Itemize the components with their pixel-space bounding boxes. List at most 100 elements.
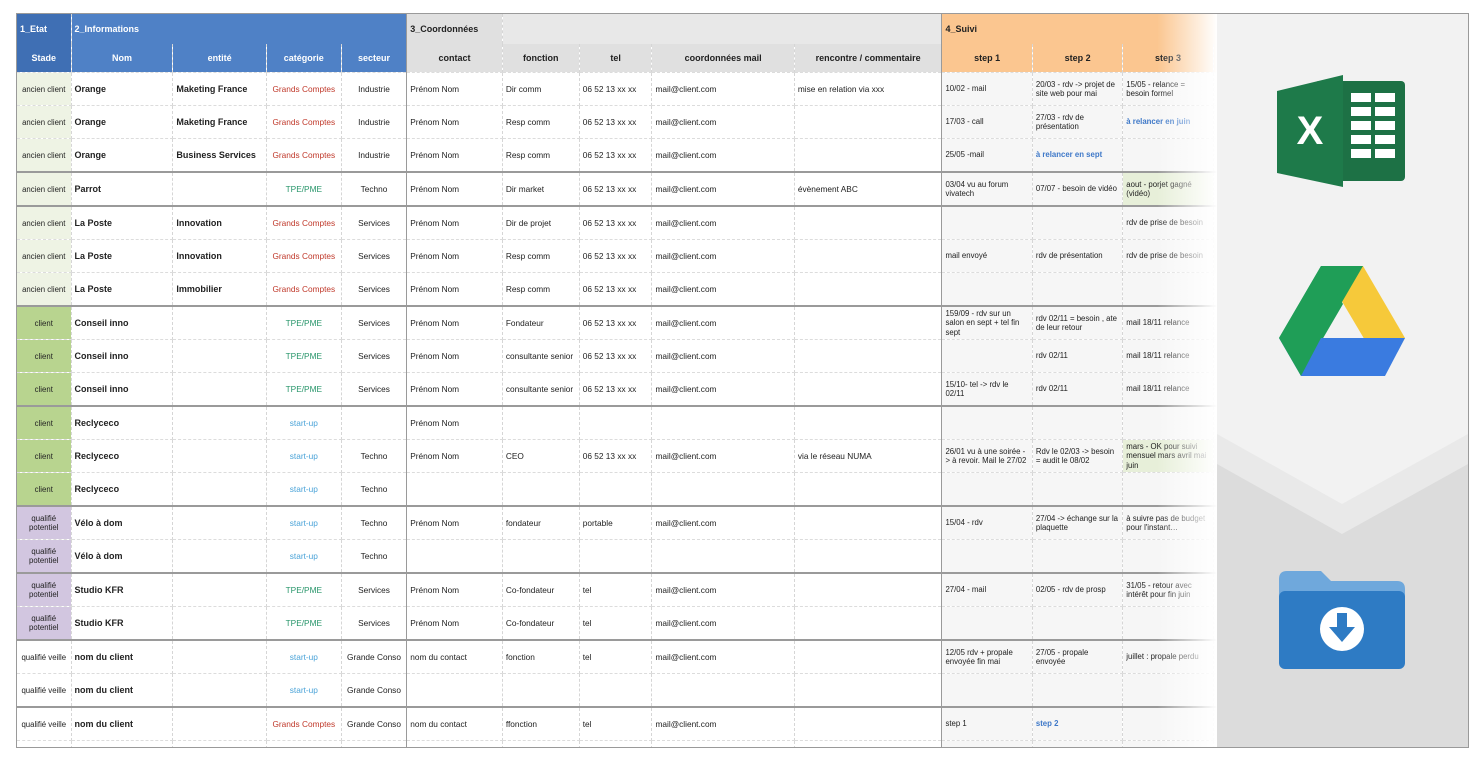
cell-nom[interactable]: nom du client bbox=[71, 740, 174, 747]
col-fonction[interactable]: fonction bbox=[502, 44, 580, 73]
cell-entite[interactable] bbox=[172, 740, 267, 747]
cell-tel[interactable]: 06 52 13 xx xx bbox=[579, 72, 653, 106]
cell-categorie[interactable]: Grands Comptes bbox=[266, 239, 342, 273]
cell-stade[interactable]: ancien client bbox=[17, 239, 72, 273]
cell-step2[interactable]: 07/07 - besoin de vidéo bbox=[1032, 171, 1124, 207]
cell-tel[interactable]: 06 52 13 xx xx bbox=[579, 272, 653, 307]
cell-mail[interactable]: mail@client.com bbox=[651, 205, 795, 240]
cell-tel[interactable]: 06 52 13 xx xx bbox=[579, 171, 653, 207]
cell-contact[interactable] bbox=[406, 740, 503, 747]
cell-categorie[interactable]: Grands Comptes bbox=[266, 72, 342, 106]
cell-step2[interactable]: 27/03 - rdv de présentation bbox=[1032, 105, 1124, 139]
cell-rencontre[interactable]: mise en relation via xxx bbox=[794, 72, 943, 106]
cell-mail[interactable]: mail@client.com bbox=[651, 72, 795, 106]
cell-entite[interactable] bbox=[172, 405, 267, 440]
cell-entite[interactable] bbox=[172, 706, 267, 741]
cell-contact[interactable]: nom du contact bbox=[406, 706, 503, 741]
cell-tel[interactable]: tel bbox=[579, 606, 653, 641]
cell-stade[interactable]: qualifié veille bbox=[17, 740, 72, 747]
cell-rencontre[interactable] bbox=[794, 539, 943, 574]
cell-tel[interactable]: 06 52 13 xx xx bbox=[579, 138, 653, 173]
cell-tel[interactable]: 06 52 13 xx xx bbox=[579, 439, 653, 473]
cell-tel[interactable] bbox=[579, 740, 653, 747]
col-rencontre[interactable]: rencontre / commentaire bbox=[794, 44, 943, 73]
cell-rencontre[interactable] bbox=[794, 138, 943, 173]
cell-step2[interactable]: rdv de présentation bbox=[1032, 239, 1124, 273]
cell-mail[interactable]: mail@client.com bbox=[651, 305, 795, 340]
cell-entite[interactable]: Innovation bbox=[172, 205, 267, 240]
cell-step2[interactable] bbox=[1032, 740, 1124, 747]
cell-categorie[interactable]: TPE/PME bbox=[266, 305, 342, 340]
cell-rencontre[interactable] bbox=[794, 305, 943, 340]
cell-secteur[interactable]: Industrie bbox=[341, 105, 408, 139]
cell-tel[interactable]: tel bbox=[579, 706, 653, 741]
cell-step2[interactable]: Rdv le 02/03 -> besoin = audit le 08/02 bbox=[1032, 439, 1124, 473]
cell-tel[interactable] bbox=[579, 539, 653, 574]
col-tel[interactable]: tel bbox=[579, 44, 653, 73]
cell-entite[interactable]: Maketing France bbox=[172, 105, 267, 139]
cell-step1[interactable]: step 1 bbox=[941, 706, 1033, 741]
cell-fonction[interactable]: Dir market bbox=[502, 171, 580, 207]
cell-secteur[interactable]: Grande Conso bbox=[341, 639, 408, 674]
cell-tel[interactable]: 06 52 13 xx xx bbox=[579, 205, 653, 240]
google-drive-icon[interactable] bbox=[1277, 264, 1407, 380]
cell-nom[interactable]: Vélo à dom bbox=[71, 539, 174, 574]
cell-step2[interactable] bbox=[1032, 472, 1124, 507]
cell-nom[interactable]: Parrot bbox=[71, 171, 174, 207]
cell-step2[interactable]: rdv 02/11 bbox=[1032, 372, 1124, 407]
cell-step2[interactable]: 02/05 - rdv de prosp bbox=[1032, 572, 1124, 607]
cell-stade[interactable]: client bbox=[17, 439, 72, 473]
cell-rencontre[interactable] bbox=[794, 339, 943, 373]
cell-stade[interactable]: client bbox=[17, 305, 72, 340]
cell-step2[interactable]: step 2 bbox=[1032, 706, 1124, 741]
cell-contact[interactable]: Prénom Nom bbox=[406, 572, 503, 607]
cell-stade[interactable]: client bbox=[17, 472, 72, 507]
cell-stade[interactable]: ancien client bbox=[17, 72, 72, 106]
group-informations[interactable]: 2_Informations bbox=[71, 14, 408, 44]
cell-step1[interactable]: 15/04 - rdv bbox=[941, 505, 1033, 540]
cell-nom[interactable]: nom du client bbox=[71, 639, 174, 674]
cell-entite[interactable]: Immobilier bbox=[172, 272, 267, 307]
cell-step1[interactable] bbox=[941, 740, 1033, 747]
cell-rencontre[interactable] bbox=[794, 740, 943, 747]
cell-categorie[interactable]: start-up bbox=[266, 472, 342, 507]
cell-contact[interactable]: Prénom Nom bbox=[406, 505, 503, 540]
cell-step2[interactable]: 20/03 - rdv -> projet de site web pour m… bbox=[1032, 72, 1124, 106]
cell-contact[interactable]: Prénom Nom bbox=[406, 205, 503, 240]
cell-contact[interactable]: Prénom Nom bbox=[406, 72, 503, 106]
cell-entite[interactable] bbox=[172, 305, 267, 340]
col-categorie[interactable]: catégorie bbox=[266, 44, 342, 73]
cell-stade[interactable]: ancien client bbox=[17, 138, 72, 173]
cell-fonction[interactable]: Dir de projet bbox=[502, 205, 580, 240]
cell-categorie[interactable]: Grands Comptes bbox=[266, 105, 342, 139]
cell-secteur[interactable]: Techno bbox=[341, 505, 408, 540]
cell-rencontre[interactable] bbox=[794, 505, 943, 540]
cell-stade[interactable]: qualifié potentiel bbox=[17, 505, 72, 540]
cell-nom[interactable]: La Poste bbox=[71, 239, 174, 273]
cell-secteur[interactable]: Techno bbox=[341, 439, 408, 473]
cell-secteur[interactable]: Services bbox=[341, 205, 408, 240]
cell-rencontre[interactable] bbox=[794, 405, 943, 440]
cell-categorie[interactable]: start-up bbox=[266, 505, 342, 540]
cell-entite[interactable] bbox=[172, 505, 267, 540]
cell-entite[interactable] bbox=[172, 472, 267, 507]
cell-nom[interactable]: La Poste bbox=[71, 205, 174, 240]
cell-step2[interactable] bbox=[1032, 539, 1124, 574]
cell-tel[interactable]: tel bbox=[579, 639, 653, 674]
cell-stade[interactable]: client bbox=[17, 339, 72, 373]
cell-fonction[interactable]: Co-fondateur bbox=[502, 572, 580, 607]
cell-step1[interactable] bbox=[941, 606, 1033, 641]
cell-fonction[interactable] bbox=[502, 539, 580, 574]
cell-rencontre[interactable] bbox=[794, 639, 943, 674]
cell-tel[interactable]: portable bbox=[579, 505, 653, 540]
cell-step1[interactable]: 159/09 - rdv sur un salon en sept + tel … bbox=[941, 305, 1033, 340]
cell-nom[interactable]: Conseil inno bbox=[71, 372, 174, 407]
cell-nom[interactable]: Orange bbox=[71, 72, 174, 106]
cell-step2[interactable]: rdv 02/11 = besoin , ate de leur retour bbox=[1032, 305, 1124, 340]
cell-step2[interactable] bbox=[1032, 405, 1124, 440]
cell-mail[interactable] bbox=[651, 539, 795, 574]
cell-tel[interactable]: 06 52 13 xx xx bbox=[579, 105, 653, 139]
cell-tel[interactable] bbox=[579, 405, 653, 440]
cell-contact[interactable] bbox=[406, 472, 503, 507]
col-step1[interactable]: step 1 bbox=[941, 44, 1033, 73]
